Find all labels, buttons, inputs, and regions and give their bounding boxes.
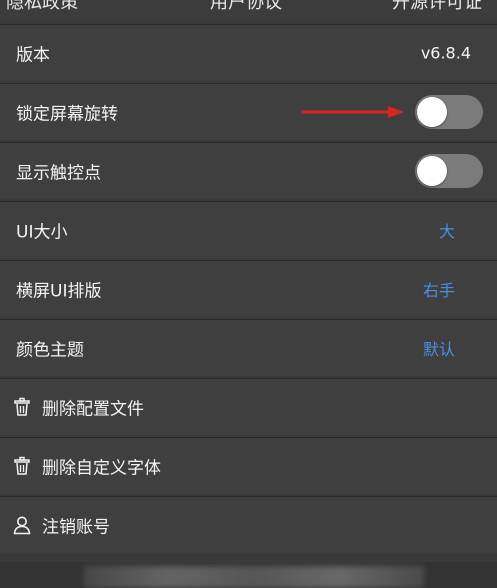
setting-version: 版本 v6.8.4 bbox=[0, 24, 497, 81]
red-arrow-annotation bbox=[302, 106, 404, 118]
setting-landscape-layout[interactable]: 横屏UI排版 右手 bbox=[0, 260, 497, 317]
setting-color-theme[interactable]: 颜色主题 默认 bbox=[0, 319, 497, 376]
settings-list: 版本 v6.8.4 锁定屏幕旋转 显示触控点 UI大小 大 横屏UI排版 右手 … bbox=[0, 24, 497, 555]
top-links-bar: 隐私政策 用户协议 开源许可证 bbox=[0, 0, 497, 20]
user-agreement-link[interactable]: 用户协议 bbox=[210, 0, 282, 14]
logout-account-button[interactable]: 注销账号 bbox=[0, 496, 497, 553]
user-icon bbox=[13, 516, 31, 535]
version-value: v6.8.4 bbox=[420, 43, 471, 63]
toggle-knob bbox=[417, 156, 447, 186]
settings-page: 隐私政策 用户协议 开源许可证 版本 v6.8.4 锁定屏幕旋转 显示触控点 U… bbox=[0, 0, 497, 588]
ui-size-label: UI大小 bbox=[16, 222, 68, 243]
lock-rotation-label: 锁定屏幕旋转 bbox=[16, 104, 118, 125]
blurred-bottom-content bbox=[84, 566, 424, 588]
setting-ui-size[interactable]: UI大小 大 bbox=[0, 201, 497, 258]
setting-lock-rotation: 锁定屏幕旋转 bbox=[0, 83, 497, 140]
open-source-license-link[interactable]: 开源许可证 bbox=[392, 0, 482, 14]
delete-config-button[interactable]: 删除配置文件 bbox=[0, 378, 497, 435]
color-theme-value[interactable]: 默认 bbox=[423, 336, 455, 360]
trash-icon bbox=[14, 397, 30, 416]
show-touch-label: 显示触控点 bbox=[16, 163, 101, 184]
logout-account-label: 注销账号 bbox=[42, 517, 110, 538]
trash-icon bbox=[14, 456, 30, 475]
setting-show-touch: 显示触控点 bbox=[0, 142, 497, 199]
delete-config-label: 删除配置文件 bbox=[42, 399, 144, 420]
delete-font-button[interactable]: 删除自定义字体 bbox=[0, 437, 497, 494]
show-touch-toggle[interactable] bbox=[415, 154, 483, 188]
ui-size-value[interactable]: 大 bbox=[439, 218, 455, 242]
landscape-layout-value[interactable]: 右手 bbox=[423, 277, 455, 301]
delete-font-label: 删除自定义字体 bbox=[42, 458, 161, 479]
privacy-policy-link[interactable]: 隐私政策 bbox=[6, 0, 78, 14]
version-label: 版本 bbox=[16, 45, 50, 66]
lock-rotation-toggle[interactable] bbox=[415, 95, 483, 129]
color-theme-label: 颜色主题 bbox=[16, 340, 84, 361]
toggle-knob bbox=[417, 97, 447, 127]
landscape-layout-label: 横屏UI排版 bbox=[16, 281, 102, 302]
